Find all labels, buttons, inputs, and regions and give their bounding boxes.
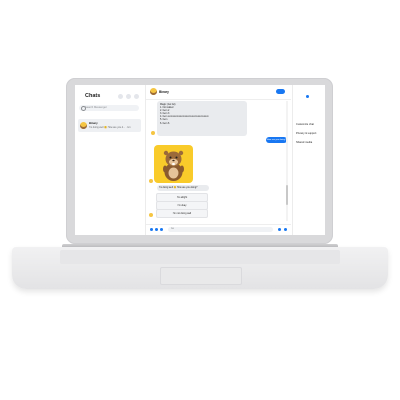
chat-sidebar: Chats Search Messenger Binary I'm doing … [75,85,146,235]
conversation: Binary Magic (Go list) 1. Not called 2. … [146,85,291,235]
trackpad [160,267,242,285]
sidebar-actions [118,94,139,99]
list-line: 6. Item 6 [160,121,170,125]
beaver-icon [163,150,184,181]
more-options-icon[interactable] [118,94,123,99]
like-icon[interactable] [284,228,287,231]
new-message-icon[interactable] [134,94,139,99]
chat-name: Binary [89,121,98,125]
shared-media-item[interactable]: Shared media [296,141,312,144]
page-title: Chats [85,93,101,99]
message-input[interactable]: Aa [168,227,273,232]
image-icon[interactable] [155,228,158,231]
info-icon[interactable] [306,95,309,98]
avatar [149,213,153,217]
chat-preview: I'm doing well 😊 How are you d... · 1m [89,126,131,129]
contact-name: Binary [159,90,169,94]
beaver-sticker [154,145,193,183]
search-icon [81,106,86,111]
avatar [149,179,153,183]
conversation-header: Binary [146,85,291,100]
scrollbar-thumb[interactable] [286,185,288,205]
sticker-icon[interactable] [160,228,163,231]
avatar [151,131,155,135]
messenger-screen: Chats Search Messenger Binary I'm doing … [75,85,325,235]
avatar [150,88,157,95]
incoming-message: I'm doing well 😊 How are you doing? [157,185,209,191]
video-call-icon[interactable] [126,94,131,99]
call-button[interactable] [276,89,285,94]
conversation-details-panel: Customize chat Privacy & support Shared … [292,85,325,235]
laptop-base [12,247,388,289]
outgoing-message: How are you doing? [266,137,287,143]
customize-chat-item[interactable]: Customize chat [296,123,314,126]
search-input[interactable]: Search Messenger [79,105,139,111]
avatar [80,122,87,129]
quick-reply-button[interactable]: I'm not doing well [156,209,208,218]
message-bubble-list: Magic (Go list) 1. Not called 2. Item 2 … [157,101,247,136]
add-icon[interactable] [150,228,153,231]
privacy-support-item[interactable]: Privacy & support [296,132,316,135]
composer: Aa [146,224,291,235]
keyboard [60,250,340,264]
list-item[interactable]: Binary I'm doing well 😊 How are you d...… [78,119,141,132]
emoji-icon[interactable] [278,228,281,231]
